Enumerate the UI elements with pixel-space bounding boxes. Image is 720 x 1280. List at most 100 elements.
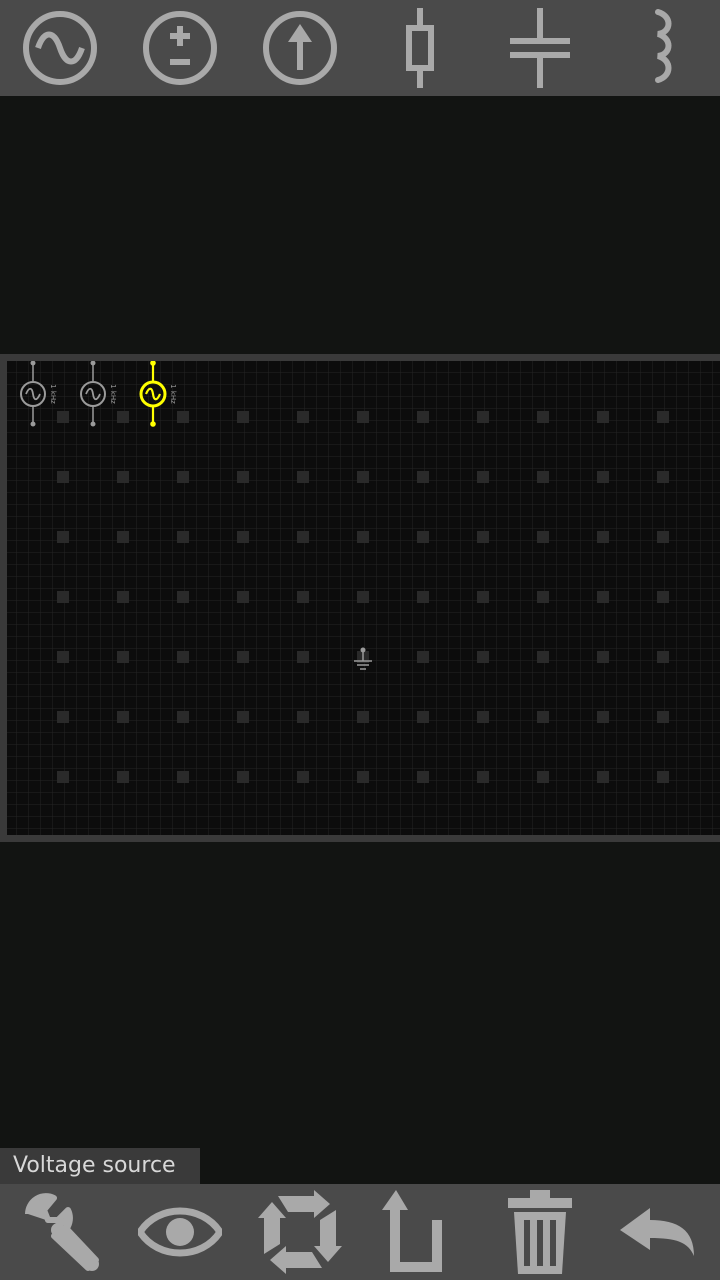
grid-node[interactable] [537,651,549,663]
grid-node[interactable] [357,771,369,783]
grid-node[interactable] [657,711,669,723]
grid-node[interactable] [297,711,309,723]
grid-node[interactable] [117,651,129,663]
grid-node[interactable] [57,411,69,423]
grid-node[interactable] [537,531,549,543]
grid-node[interactable] [417,471,429,483]
grid-node[interactable] [237,711,249,723]
resistor-icon [406,8,434,88]
grid-node[interactable] [117,411,129,423]
wrench-icon [25,1193,99,1271]
grid-node[interactable] [57,471,69,483]
grid-node[interactable] [657,531,669,543]
grid-node[interactable] [657,591,669,603]
grid-node[interactable] [657,651,669,663]
rotate-button[interactable] [240,1184,360,1280]
grid-node[interactable] [537,471,549,483]
grid-node[interactable] [357,471,369,483]
grid-node[interactable] [177,411,189,423]
resistor-button[interactable] [360,0,480,96]
grid-node[interactable] [477,471,489,483]
grid-node[interactable] [117,771,129,783]
capacitor-button[interactable] [480,0,600,96]
undo-button[interactable] [600,1184,720,1280]
grid-node[interactable] [597,411,609,423]
grid-node[interactable] [117,711,129,723]
grid-node[interactable] [57,531,69,543]
grid-node[interactable] [597,531,609,543]
grid-node[interactable] [537,771,549,783]
grid-node[interactable] [297,531,309,543]
grid-node[interactable] [477,411,489,423]
grid-node[interactable] [657,471,669,483]
grid-node[interactable] [417,651,429,663]
grid-node[interactable] [537,711,549,723]
capacitor-icon [510,8,570,88]
dc-source-button[interactable] [120,0,240,96]
delete-button[interactable] [480,1184,600,1280]
ac-source-button[interactable] [0,0,120,96]
grid-node[interactable] [477,531,489,543]
grid-node[interactable] [117,591,129,603]
inductor-icon [655,9,672,83]
current-source-icon [263,11,337,85]
grid-node[interactable] [477,771,489,783]
grid-node[interactable] [297,471,309,483]
grid-node[interactable] [297,411,309,423]
settings-button[interactable] [0,1184,120,1280]
grid-node[interactable] [597,651,609,663]
grid-node[interactable] [177,771,189,783]
eye-icon [138,1207,222,1257]
component-label: 1 kHz [109,384,117,404]
grid-node[interactable] [57,711,69,723]
grid-node[interactable] [657,411,669,423]
grid-node[interactable] [357,531,369,543]
grid-node[interactable] [177,471,189,483]
grid-node[interactable] [237,771,249,783]
grid-node[interactable] [57,651,69,663]
grid-node[interactable] [177,591,189,603]
grid-node[interactable] [57,771,69,783]
grid-node[interactable] [357,411,369,423]
grid-node[interactable] [237,471,249,483]
grid-node[interactable] [297,591,309,603]
grid-node[interactable] [597,591,609,603]
status-toast: Voltage source [0,1148,200,1184]
grid-node[interactable] [657,771,669,783]
grid-node[interactable] [417,591,429,603]
grid-node[interactable] [477,711,489,723]
grid-node[interactable] [477,591,489,603]
flip-button[interactable] [360,1184,480,1280]
grid-node[interactable] [417,711,429,723]
circuit-grid[interactable]: 1 kHz 1 kHz 1 kHz [7,361,720,835]
grid-node[interactable] [237,651,249,663]
grid-node[interactable] [177,711,189,723]
grid-node[interactable] [417,531,429,543]
grid-node[interactable] [357,711,369,723]
component-toolbar [0,0,720,96]
circuit-board-canvas[interactable]: 1 kHz 1 kHz 1 kHz [7,361,720,835]
grid-node[interactable] [297,651,309,663]
grid-node[interactable] [297,771,309,783]
inductor-button[interactable] [600,0,720,96]
grid-node[interactable] [57,591,69,603]
grid-node[interactable] [117,531,129,543]
grid-node[interactable] [597,471,609,483]
grid-node[interactable] [117,471,129,483]
grid-node[interactable] [537,591,549,603]
grid-node[interactable] [417,771,429,783]
grid-node[interactable] [177,651,189,663]
grid-node[interactable] [357,591,369,603]
grid-node[interactable] [237,411,249,423]
grid-node[interactable] [237,591,249,603]
grid-node[interactable] [177,531,189,543]
grid-node[interactable] [237,531,249,543]
grid-node[interactable] [537,411,549,423]
view-button[interactable] [120,1184,240,1280]
grid-node[interactable] [417,411,429,423]
current-source-button[interactable] [240,0,360,96]
grid-node[interactable] [477,651,489,663]
trash-icon [508,1190,572,1274]
grid-node[interactable] [597,711,609,723]
grid-node[interactable] [597,771,609,783]
